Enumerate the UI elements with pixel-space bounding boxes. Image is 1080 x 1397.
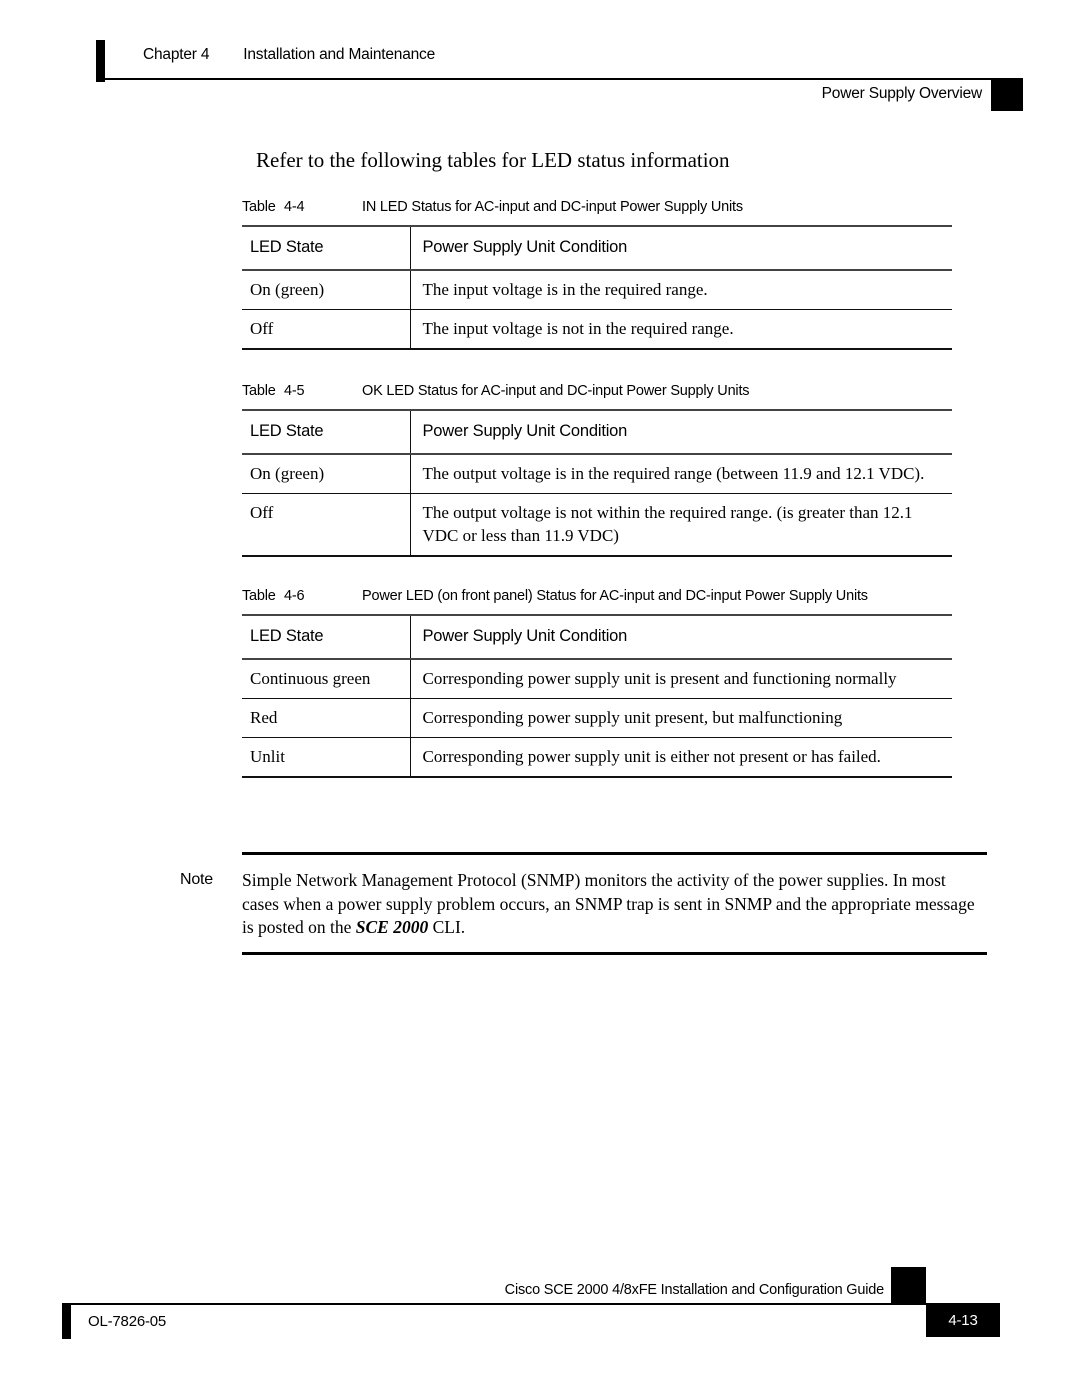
column-header-condition: Power Supply Unit Condition	[422, 627, 628, 645]
led-status-table-4-5: LED State Power Supply Unit Condition On…	[242, 409, 952, 557]
column-header-led-state: LED State	[242, 615, 411, 659]
table-row: Unlit Corresponding power supply unit is…	[242, 737, 952, 777]
column-header-condition: Power Supply Unit Condition	[422, 422, 628, 440]
table-header-row: LED State Power Supply Unit Condition	[242, 615, 952, 659]
note-label: Note	[180, 871, 213, 888]
header-divider	[97, 78, 991, 80]
column-header-led-state: LED State	[242, 226, 411, 270]
caption-number: 4-4	[284, 199, 305, 215]
cell-condition: Corresponding power supply unit is eithe…	[422, 747, 881, 766]
cell-condition: The output voltage is in the required ra…	[422, 464, 925, 483]
led-status-table-4-4: LED State Power Supply Unit Condition On…	[242, 225, 952, 350]
note-block: Note Simple Network Management Protocol …	[180, 852, 987, 955]
breadcrumb-chapter-label: Chapter 4	[143, 46, 210, 63]
table-caption-4-5: Table 4-5 OK LED Status for AC-input and D…	[242, 380, 952, 402]
page-header: Chapter 4 Installation and Maintenance Po…	[0, 0, 1080, 120]
caption-label: Table	[242, 199, 276, 215]
table-header-row: LED State Power Supply Unit Condition	[242, 226, 952, 270]
caption-label: Table	[242, 383, 276, 399]
table-row: On (green) The input voltage is in the r…	[242, 270, 952, 310]
caption-title: IN LED Status for AC-input and DC-input …	[362, 199, 743, 215]
footer-divider	[70, 1303, 930, 1305]
header-accent-bar	[96, 40, 105, 82]
table-caption-4-4: Table 4-4 IN LED Status for AC-input and D…	[242, 196, 952, 218]
breadcrumb: Chapter 4 Installation and Maintenance	[143, 46, 435, 64]
caption-title: Power LED (on front panel) Status for AC…	[362, 588, 868, 604]
table-row: Off The input voltage is not in the requ…	[242, 309, 952, 349]
column-header-led-state: LED State	[242, 410, 411, 454]
caption-number: 4-5	[284, 383, 305, 399]
table-row: Continuous green Corresponding power sup…	[242, 659, 952, 699]
cell-led-state: On (green)	[242, 270, 411, 310]
note-emphasis-product: SCE 2000	[355, 917, 429, 937]
running-head-title: Power Supply Overview	[821, 85, 983, 102]
cell-condition: The input voltage is in the required ran…	[422, 280, 708, 299]
table-row: Off The output voltage is not within the…	[242, 493, 952, 556]
table-block-4-4: Table 4-4 IN LED Status for AC-input and D…	[242, 196, 952, 350]
caption-label: Table	[242, 588, 276, 604]
cell-led-state: Off	[242, 309, 411, 349]
note-text: Simple Network Management Protocol (SNMP…	[242, 869, 987, 940]
note-text-before: Simple Network Management Protocol (SNMP…	[242, 870, 975, 937]
page-footer: Cisco SCE 2000 4/8xFE Installation and C…	[0, 1255, 1080, 1397]
cell-condition: The output voltage is not within the req…	[422, 503, 913, 545]
table-block-4-6: Table 4-6 Power LED (on front panel) Statu…	[242, 585, 952, 778]
footer-page-number: 4-13	[948, 1312, 978, 1329]
table-row: Red Corresponding power supply unit pres…	[242, 698, 952, 738]
cell-led-state: Unlit	[242, 737, 411, 777]
footer-corner-block	[891, 1267, 926, 1303]
footer-document-id: OL-7826-05	[88, 1313, 167, 1330]
led-status-table-4-6: LED State Power Supply Unit Condition Co…	[242, 614, 952, 778]
caption-number: 4-6	[284, 588, 305, 604]
note-bottom-rule	[242, 951, 987, 955]
note-text-after: CLI.	[428, 917, 466, 937]
cell-condition: Corresponding power supply unit present,…	[422, 708, 843, 727]
column-header-condition: Power Supply Unit Condition	[422, 238, 628, 256]
table-row: On (green) The output voltage is in the …	[242, 454, 952, 494]
caption-title: OK LED Status for AC-input and DC-input …	[362, 383, 750, 399]
table-header-row: LED State Power Supply Unit Condition	[242, 410, 952, 454]
cell-led-state: Continuous green	[242, 659, 411, 699]
table-caption-4-6: Table 4-6 Power LED (on front panel) Statu…	[242, 585, 902, 607]
cell-condition: Corresponding power supply unit is prese…	[422, 669, 897, 688]
footer-accent-bar	[62, 1303, 71, 1339]
header-corner-block	[991, 78, 1023, 111]
cell-condition: The input voltage is not in the required…	[422, 319, 734, 338]
intro-heading: Refer to the following tables for LED st…	[256, 148, 730, 172]
cell-led-state: Off	[242, 493, 411, 556]
note-body: Note Simple Network Management Protocol …	[180, 855, 987, 952]
breadcrumb-chapter-title: Installation and Maintenance	[243, 46, 436, 63]
cell-led-state: On (green)	[242, 454, 411, 494]
cell-led-state: Red	[242, 698, 411, 738]
footer-guide-title: Cisco SCE 2000 4/8xFE Installation and C…	[504, 1282, 885, 1298]
table-block-4-5: Table 4-5 OK LED Status for AC-input and D…	[242, 380, 952, 557]
